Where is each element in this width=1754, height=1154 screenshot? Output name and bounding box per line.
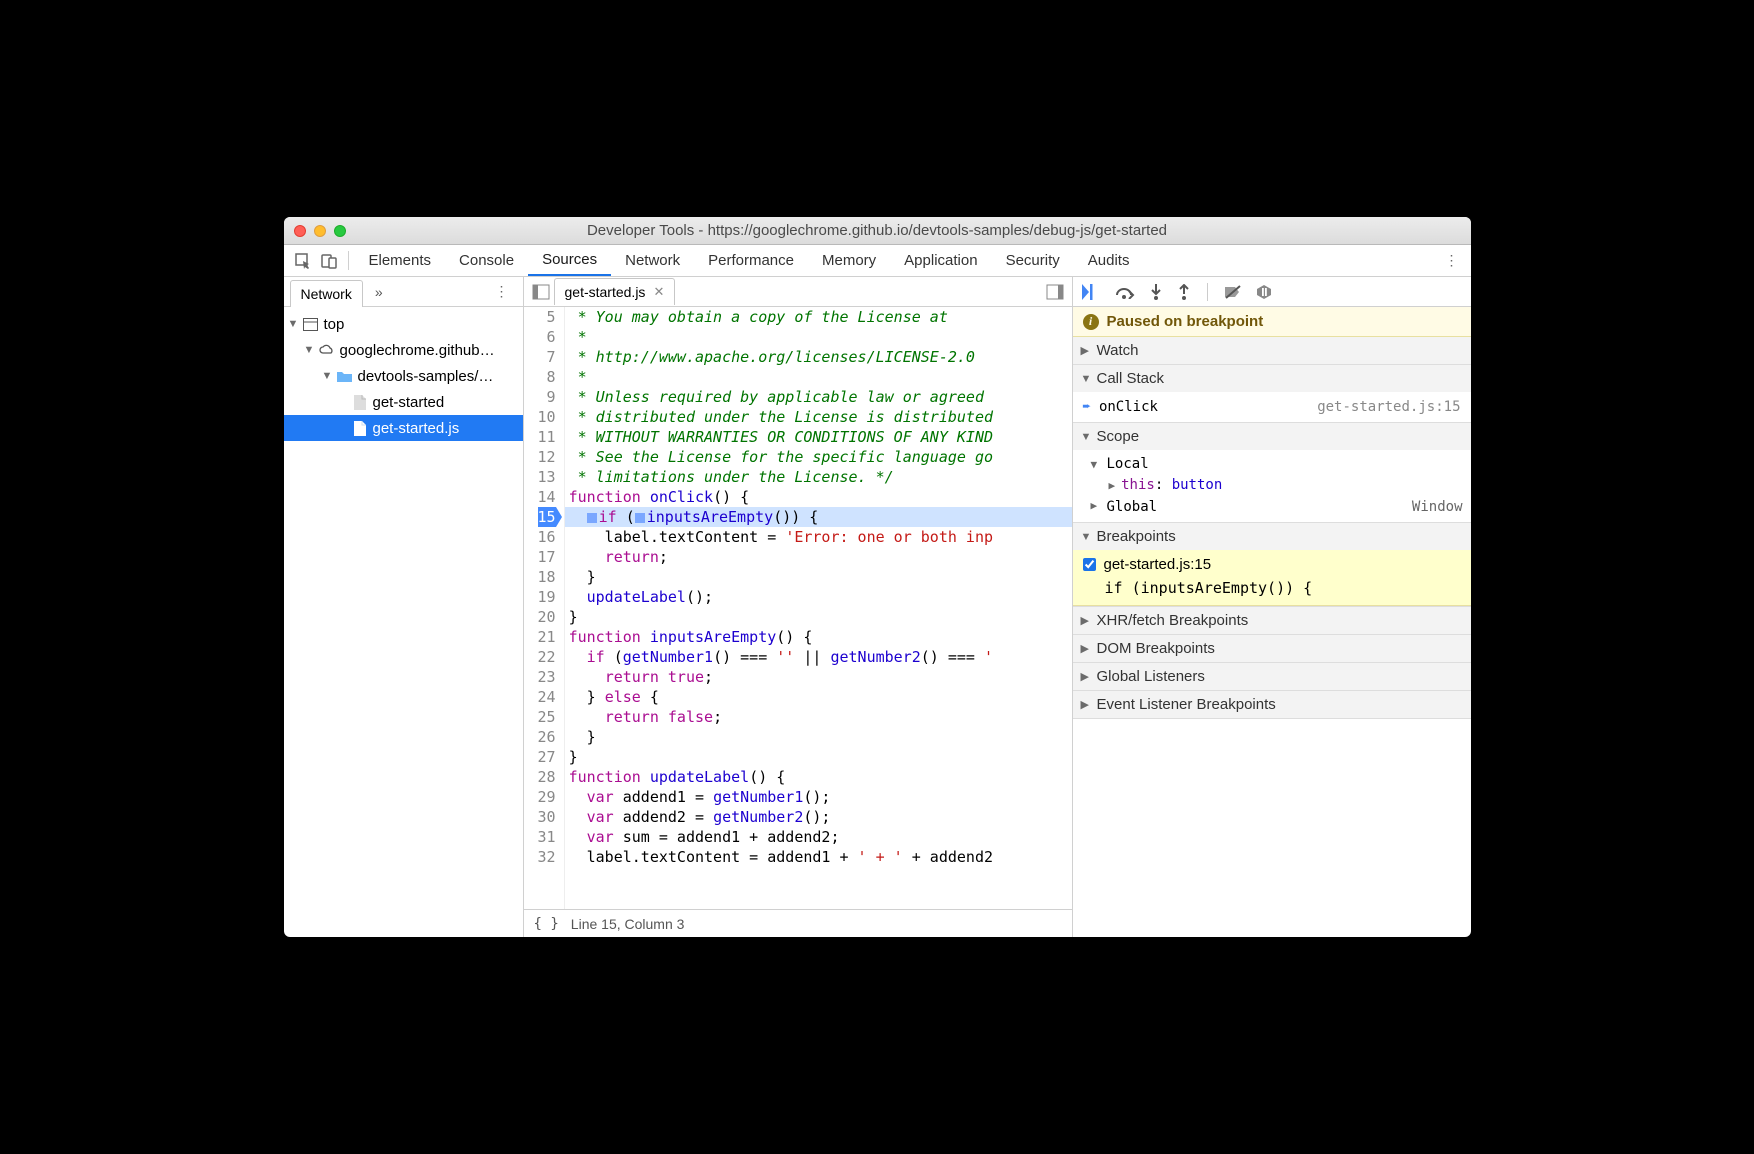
tab-sources[interactable]: Sources xyxy=(528,245,611,276)
section-global-listeners[interactable]: ▶Global Listeners xyxy=(1073,663,1471,690)
file-icon xyxy=(352,394,368,410)
tab-performance[interactable]: Performance xyxy=(694,245,808,276)
scope-global[interactable]: ▶GlobalWindow xyxy=(1073,495,1471,519)
folder-icon xyxy=(337,368,353,384)
tab-memory[interactable]: Memory xyxy=(808,245,890,276)
window-icon xyxy=(303,316,319,332)
section-scope[interactable]: ▼Scope xyxy=(1073,423,1471,450)
resume-icon[interactable] xyxy=(1081,284,1101,300)
callstack-frame[interactable]: ➨ onClick get-started.js:15 xyxy=(1073,395,1471,419)
tree-folder[interactable]: ▼ devtools-samples/… xyxy=(284,363,523,389)
file-tree: ▼ top ▼ googlechrome.github… ▼ devtools-… xyxy=(284,307,523,937)
tree-file-js[interactable]: get-started.js xyxy=(284,415,523,441)
toggle-debugger-icon[interactable] xyxy=(1042,284,1068,300)
tab-console[interactable]: Console xyxy=(445,245,528,276)
maximize-icon[interactable] xyxy=(334,225,346,237)
editor-statusbar: { } Line 15, Column 3 xyxy=(524,909,1072,937)
section-xhr[interactable]: ▶XHR/fetch Breakpoints xyxy=(1073,607,1471,634)
section-watch[interactable]: ▶Watch xyxy=(1073,337,1471,364)
tab-network[interactable]: Network xyxy=(611,245,694,276)
titlebar: Developer Tools - https://googlechrome.g… xyxy=(284,217,1471,245)
breakpoint-checkbox[interactable] xyxy=(1083,558,1096,571)
tree-file-html[interactable]: get-started xyxy=(284,389,523,415)
editor-pane: get-started.js ✕ 56789101112131415161718… xyxy=(524,277,1073,937)
tree-domain[interactable]: ▼ googlechrome.github… xyxy=(284,337,523,363)
paused-banner: i Paused on breakpoint xyxy=(1073,307,1471,337)
step-out-icon[interactable] xyxy=(1177,284,1191,300)
section-breakpoints[interactable]: ▼Breakpoints xyxy=(1073,523,1471,550)
navigator-overflow-icon[interactable]: » xyxy=(367,284,391,300)
scope-this[interactable]: ▶this: button xyxy=(1073,475,1471,495)
toggle-navigator-icon[interactable] xyxy=(528,284,554,300)
close-icon[interactable] xyxy=(294,225,306,237)
more-icon[interactable]: ⋮ xyxy=(1439,245,1465,276)
pretty-print-icon[interactable]: { } xyxy=(534,916,559,932)
tab-audits[interactable]: Audits xyxy=(1074,245,1144,276)
tab-application[interactable]: Application xyxy=(890,245,991,276)
tab-security[interactable]: Security xyxy=(992,245,1074,276)
pause-exceptions-icon[interactable] xyxy=(1256,284,1272,300)
navigator-menu-icon[interactable]: ⋮ xyxy=(485,283,519,300)
breakpoint-item[interactable]: get-started.js:15 xyxy=(1073,550,1471,579)
window-title: Developer Tools - https://googlechrome.g… xyxy=(284,222,1471,239)
navigator-pane: Network » ⋮ ▼ top ▼ googlechrome.github…… xyxy=(284,277,524,937)
step-over-icon[interactable] xyxy=(1115,285,1135,299)
scope-local[interactable]: ▼Local xyxy=(1073,453,1471,475)
navigator-tab-network[interactable]: Network xyxy=(290,280,363,307)
section-callstack[interactable]: ▼Call Stack xyxy=(1073,365,1471,392)
cloud-icon xyxy=(319,342,335,358)
breakpoint-code: if (inputsAreEmpty()) { xyxy=(1073,579,1471,606)
inspect-icon[interactable] xyxy=(290,245,316,276)
tree-top[interactable]: ▼ top xyxy=(284,311,523,337)
editor-tab[interactable]: get-started.js ✕ xyxy=(554,278,676,305)
debugger-toolbar xyxy=(1073,277,1471,307)
close-tab-icon[interactable]: ✕ xyxy=(653,284,664,300)
section-event-listeners[interactable]: ▶Event Listener Breakpoints xyxy=(1073,691,1471,718)
section-dom[interactable]: ▶DOM Breakpoints xyxy=(1073,635,1471,662)
info-icon: i xyxy=(1083,314,1099,330)
step-into-icon[interactable] xyxy=(1149,284,1163,300)
tab-elements[interactable]: Elements xyxy=(355,245,446,276)
device-toggle-icon[interactable] xyxy=(316,245,342,276)
editor-tab-label: get-started.js xyxy=(565,284,646,300)
minimize-icon[interactable] xyxy=(314,225,326,237)
deactivate-breakpoints-icon[interactable] xyxy=(1224,285,1242,299)
current-frame-icon: ➨ xyxy=(1083,399,1091,415)
window-controls xyxy=(294,225,346,237)
devtools-window: Developer Tools - https://googlechrome.g… xyxy=(284,217,1471,937)
debugger-pane: i Paused on breakpoint ▶Watch ▼Call Stac… xyxy=(1073,277,1471,937)
main-tab-strip: ElementsConsoleSourcesNetworkPerformance… xyxy=(284,245,1471,277)
cursor-position: Line 15, Column 3 xyxy=(571,916,685,932)
code-editor[interactable]: 5678910111213141516171819202122232425262… xyxy=(524,307,1072,909)
file-icon xyxy=(352,420,368,436)
